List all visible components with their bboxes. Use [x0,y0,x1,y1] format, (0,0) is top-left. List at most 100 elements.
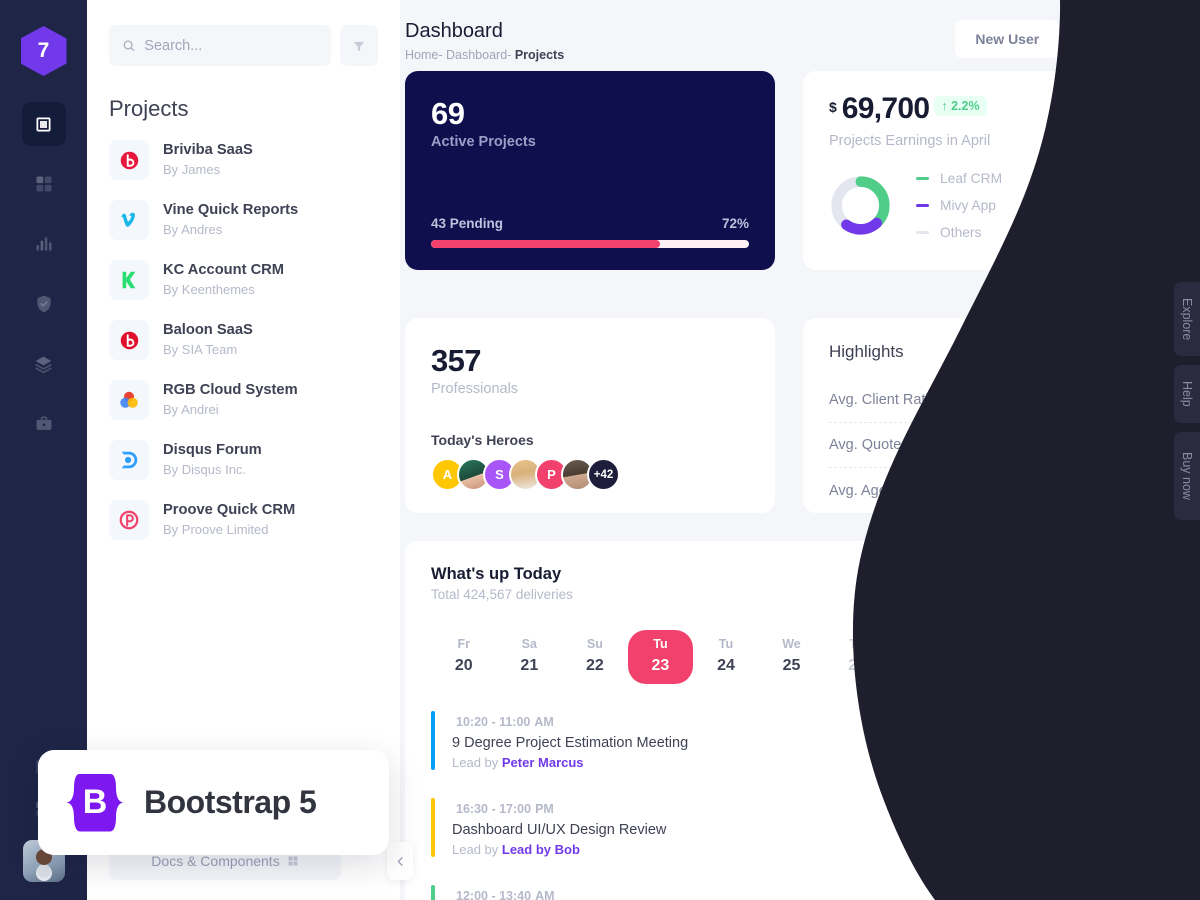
list-item[interactable]: Vine Quick Reports By Andres [109,196,378,244]
day-number: 27 [913,657,932,674]
calendar-day[interactable]: Tu 24 [693,630,759,684]
new-user-button[interactable]: New User [955,20,1060,58]
avatar-stack: A S P +42 [431,458,749,491]
progress-labels: 43 Pending 72% [431,216,749,231]
docs-components-label: Docs & Components [151,853,280,869]
breadcrumb: Home- Dashboard- Projects [405,48,564,62]
calendar-day[interactable]: We 25 [759,630,825,684]
event-lead-name[interactable]: Lead by Bob [502,842,580,857]
edge-tab-label: Help [1180,381,1194,407]
calendar-day[interactable]: Th 26 [824,630,890,684]
edge-tab-buy-now[interactable]: Buy now [1174,432,1200,520]
edge-tab-explore[interactable]: Explore [1174,282,1200,356]
whats-up-titles: What's up Today Total 424,567 deliveries [431,565,573,602]
legend-swatch [916,204,929,207]
highlight-value: 730 [1105,437,1152,454]
view-button[interactable]: View [1086,888,1152,900]
list-item[interactable]: Baloon SaaS By SIA Team [109,316,378,364]
list-item[interactable]: RGB Cloud System By Andrei [109,376,378,424]
highlight-number: 730 [1126,436,1152,454]
event-time: 16:30 - 17:00 PM [452,798,666,818]
day-number: 25 [782,657,801,674]
breadcrumb-dashboard[interactable]: Dashboard- [446,48,511,62]
calendar-day[interactable]: Fri 27 [890,630,956,684]
search-input[interactable] [144,37,318,54]
day-name: We [782,637,801,651]
whats-up-header: What's up Today Total 424,567 deliveries… [431,565,1152,602]
project-name: Briviba SaaS [163,141,253,158]
percent-label: 72% [721,216,749,231]
calendar-day[interactable]: Mo 30 [1086,630,1152,684]
legend-label: Others [940,225,982,240]
calendar-strip: Fr 20 Sa 21 Su 22 Tu 23 Tu 24 We 25 Th 2… [431,630,1152,684]
calendar-day[interactable]: Fr 20 [431,630,497,684]
day-name: Fr [457,637,471,651]
sidebar-item-security[interactable] [22,282,66,326]
collapse-panel-button[interactable] [387,842,413,880]
legend-value: $7,660 [1109,171,1152,186]
list-item[interactable]: Proove Quick CRM By Proove Limited [109,496,378,544]
professionals-label: Professionals [431,381,519,397]
calendar-day[interactable]: Sa 21 [497,630,563,684]
project-by: By Andrei [163,401,219,417]
day-number: 29 [1044,657,1063,674]
project-by: By James [163,161,221,177]
sidebar-item-grid[interactable] [22,162,66,206]
sidebar-item-briefcase[interactable] [22,402,66,446]
list-item[interactable]: KC Account CRM By Keenthemes [109,256,378,304]
calendar-day[interactable]: Su 29 [1021,630,1087,684]
bootstrap-logo-icon: B [66,774,124,832]
earnings-card: $ 69,700 ↑ 2.2% Projects Earnings in Apr… [803,71,1178,270]
professionals-count: 357 [431,343,482,378]
sidebar-item-layers[interactable] [22,342,66,386]
project-icon [109,260,149,300]
list-item: 16:30 - 17:00 PM Dashboard UI/UX Design R… [431,795,1152,860]
bar-chart-icon [36,237,51,251]
edge-tabs: Explore Help Buy now [1174,282,1200,520]
artboard-icon [36,117,51,131]
event-meridiem: PM [535,802,554,816]
project-icon [109,140,149,180]
day-number: 23 [651,657,670,674]
avatar-initial: A [442,467,453,482]
calendar-day[interactable]: Su 22 [562,630,628,684]
sidebar-item-analytics[interactable] [22,222,66,266]
project-icon [109,200,149,240]
event-lead-name[interactable]: Peter Marcus [502,755,584,770]
sidebar-item-artboard[interactable] [21,102,66,146]
new-goal-button[interactable]: New Goal [1071,20,1175,58]
breadcrumb-home[interactable]: Home- [405,48,443,62]
edge-tab-label: Explore [1180,297,1194,341]
earnings-subtitle: Projects Earnings in April [829,133,991,149]
active-projects-card: 69 Active Projects 43 Pending 72% [405,71,775,270]
legend-row: Leaf CRM $7,660 [916,171,1152,186]
event-time-range: 16:30 - 17:00 [456,802,532,816]
app-logo[interactable]: 7 [20,26,67,76]
edge-tab-help[interactable]: Help [1174,365,1200,423]
list-item[interactable]: Disqus Forum By Disqus Inc. [109,436,378,484]
day-number: 24 [717,657,735,674]
day-name: Tu [653,637,668,651]
calendar-day-selected[interactable]: Tu 23 [627,630,694,684]
calendar-day[interactable]: Sa 28 [955,630,1021,684]
event-time: 12:00 - 13:40 AM [452,885,660,900]
arrow-down-left-icon [1108,441,1115,449]
highlight-value: 7.8 /10 [1079,392,1152,409]
day-number: 21 [520,657,539,674]
search-box[interactable] [109,25,331,66]
view-button[interactable]: View [1086,724,1152,757]
list-item[interactable]: Briviba SaaS By James [109,136,378,184]
view-button[interactable]: View [1086,811,1152,844]
report-center-button[interactable]: Report Cecnter [1028,565,1152,598]
progress-fill [431,240,660,248]
event-time-range: 10:20 - 11:00 [456,715,531,729]
filter-button[interactable] [340,25,378,66]
avatar-overflow[interactable]: +42 [587,458,620,491]
app-logo-label: 7 [37,39,50,62]
event-lead-prefix: Lead by [452,842,502,857]
project-by: By Keenthemes [163,281,255,297]
legend-swatch [916,231,929,234]
breadcrumb-current: Projects [514,48,565,62]
project-icon [109,500,149,540]
panel-title: Projects [109,96,189,121]
